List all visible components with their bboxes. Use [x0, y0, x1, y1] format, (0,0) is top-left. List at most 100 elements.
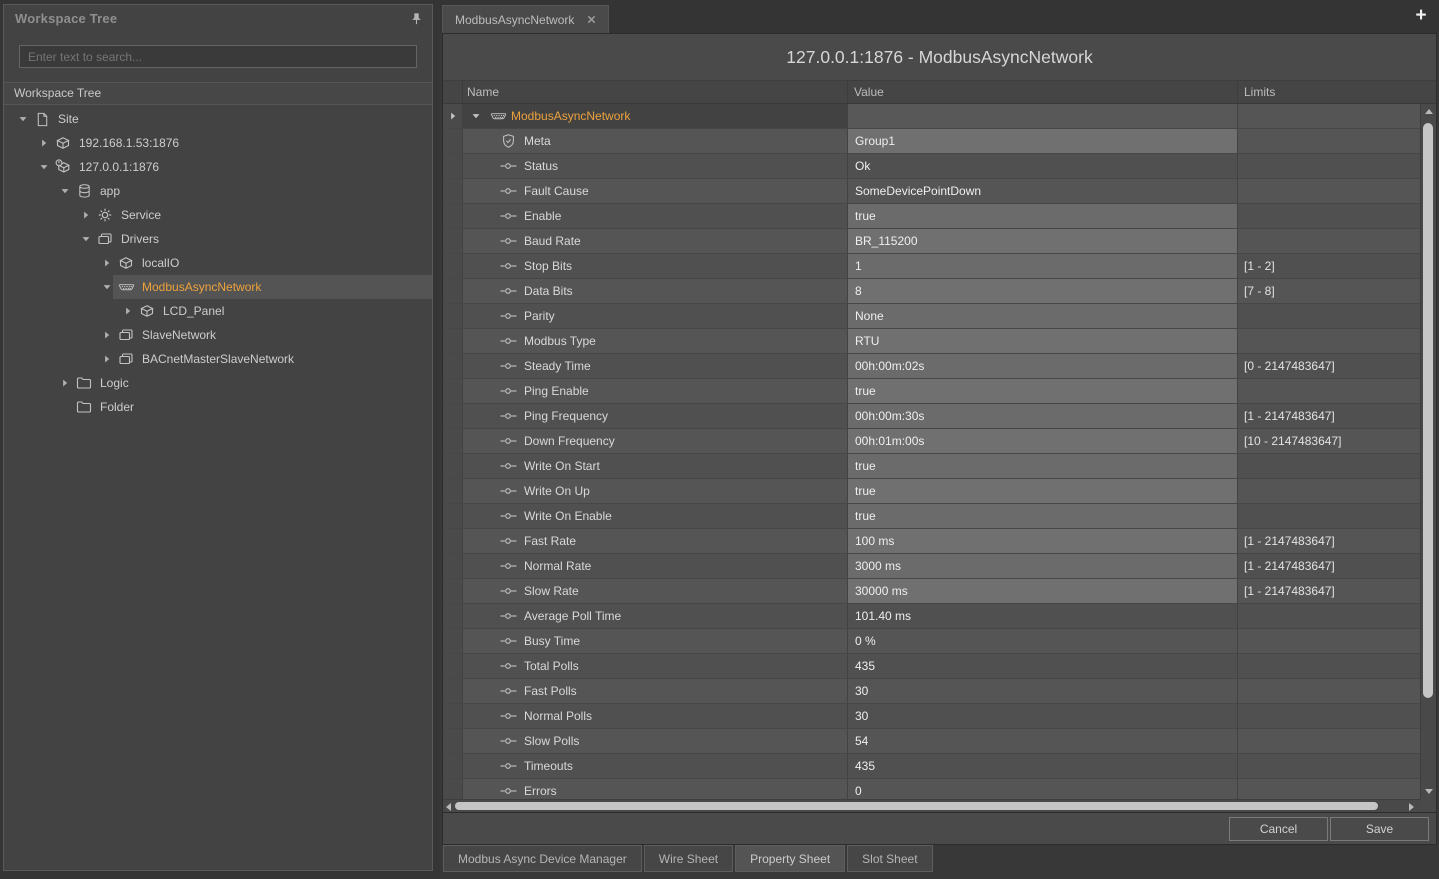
name-cell[interactable]: Slow Polls	[463, 729, 848, 754]
row-gutter[interactable]	[443, 304, 463, 329]
property-row-write-on-enable[interactable]: Write On Enabletrue	[443, 504, 1420, 529]
property-row-average-poll-time[interactable]: Average Poll Time101.40 ms	[443, 604, 1420, 629]
row-gutter[interactable]	[443, 329, 463, 354]
grid-header-limits[interactable]: Limits	[1238, 81, 1436, 103]
scroll-right-arrow-icon[interactable]	[1409, 803, 1414, 811]
row-gutter[interactable]	[443, 154, 463, 179]
tree-item-body[interactable]: Logic	[71, 371, 432, 395]
name-cell[interactable]: Write On Enable	[463, 504, 848, 529]
name-cell[interactable]: Normal Polls	[463, 704, 848, 729]
view-tab-modbus-async-device-manager[interactable]: Modbus Async Device Manager	[443, 845, 642, 872]
tree-item-body[interactable]: 192.168.1.53:1876	[50, 131, 432, 155]
value-cell[interactable]: Group1	[848, 129, 1238, 154]
property-row-fault-cause[interactable]: Fault CauseSomeDevicePointDown	[443, 179, 1420, 204]
name-cell[interactable]: Data Bits	[463, 279, 848, 304]
value-cell[interactable]: true	[848, 479, 1238, 504]
row-gutter[interactable]	[443, 229, 463, 254]
name-cell[interactable]: Write On Up	[463, 479, 848, 504]
row-gutter[interactable]	[443, 529, 463, 554]
property-row-fast-polls[interactable]: Fast Polls30	[443, 679, 1420, 704]
expand-caret-icon[interactable]	[100, 329, 113, 342]
row-gutter[interactable]	[443, 479, 463, 504]
tree-item-app[interactable]: app	[4, 179, 432, 203]
tree-item-body[interactable]: Drivers	[92, 227, 432, 251]
tree-item-body[interactable]: Site	[29, 107, 432, 131]
name-cell[interactable]: Status	[463, 154, 848, 179]
name-cell[interactable]: Total Polls	[463, 654, 848, 679]
value-cell[interactable]: 1	[848, 254, 1238, 279]
vertical-scrollbar[interactable]	[1420, 104, 1436, 799]
vertical-scrollbar-thumb[interactable]	[1423, 123, 1433, 698]
tree-item-body[interactable]: SlaveNetwork	[113, 323, 432, 347]
name-cell[interactable]: Normal Rate	[463, 554, 848, 579]
value-cell[interactable]: 3000 ms	[848, 554, 1238, 579]
scroll-up-arrow-icon[interactable]	[1425, 109, 1433, 114]
tree-item-logic[interactable]: Logic	[4, 371, 432, 395]
tree-item-site[interactable]: Site	[4, 107, 432, 131]
property-row-timeouts[interactable]: Timeouts435	[443, 754, 1420, 779]
collapse-caret-icon[interactable]	[16, 113, 29, 126]
property-row-slow-rate[interactable]: Slow Rate30000 ms[1 - 2147483647]	[443, 579, 1420, 604]
value-cell[interactable]: true	[848, 504, 1238, 529]
property-row-normal-polls[interactable]: Normal Polls30	[443, 704, 1420, 729]
property-row-busy-time[interactable]: Busy Time0 %	[443, 629, 1420, 654]
property-row-errors[interactable]: Errors0	[443, 779, 1420, 799]
row-gutter[interactable]	[443, 654, 463, 679]
property-row-meta[interactable]: MetaGroup1	[443, 129, 1420, 154]
row-gutter[interactable]	[443, 254, 463, 279]
value-cell[interactable]: None	[848, 304, 1238, 329]
name-cell[interactable]: Ping Frequency	[463, 404, 848, 429]
value-cell[interactable]: 00h:00m:02s	[848, 354, 1238, 379]
tree-item-body[interactable]: Service	[92, 203, 432, 227]
row-gutter[interactable]	[443, 779, 463, 799]
value-cell[interactable]: 00h:00m:30s	[848, 404, 1238, 429]
name-cell[interactable]: Meta	[463, 129, 848, 154]
row-gutter[interactable]	[443, 429, 463, 454]
view-tab-slot-sheet[interactable]: Slot Sheet	[847, 845, 932, 872]
value-cell[interactable]: 00h:01m:00s	[848, 429, 1238, 454]
row-gutter[interactable]	[443, 279, 463, 304]
row-gutter[interactable]	[443, 179, 463, 204]
pin-icon[interactable]	[411, 12, 422, 26]
name-cell[interactable]: Fault Cause	[463, 179, 848, 204]
value-cell[interactable]: 30000 ms	[848, 579, 1238, 604]
tree-item-body[interactable]: localIO	[113, 251, 432, 275]
grid-header-name[interactable]: Name	[463, 81, 848, 103]
network-row-modbusasyncnetwork[interactable]: ModbusAsyncNetwork	[443, 104, 1420, 129]
expand-caret-icon[interactable]	[79, 209, 92, 222]
collapse-caret-icon[interactable]	[79, 233, 92, 246]
property-row-data-bits[interactable]: Data Bits8[7 - 8]	[443, 279, 1420, 304]
expand-caret-icon[interactable]	[37, 137, 50, 150]
save-button[interactable]: Save	[1330, 817, 1429, 841]
property-row-write-on-up[interactable]: Write On Uptrue	[443, 479, 1420, 504]
name-cell[interactable]: Modbus Type	[463, 329, 848, 354]
collapse-caret-icon[interactable]	[100, 281, 113, 294]
row-gutter[interactable]	[443, 129, 463, 154]
name-cell[interactable]: Down Frequency	[463, 429, 848, 454]
row-gutter[interactable]	[443, 204, 463, 229]
row-gutter[interactable]	[443, 629, 463, 654]
add-tab-button[interactable]: +	[1411, 6, 1431, 26]
value-cell[interactable]: RTU	[848, 329, 1238, 354]
tree-item-body[interactable]: Folder	[71, 395, 432, 419]
property-row-status[interactable]: StatusOk	[443, 154, 1420, 179]
tree-item-localio[interactable]: localIO	[4, 251, 432, 275]
property-row-down-frequency[interactable]: Down Frequency00h:01m:00s[10 - 214748364…	[443, 429, 1420, 454]
value-cell[interactable]: 8	[848, 279, 1238, 304]
scroll-left-arrow-icon[interactable]	[446, 803, 451, 811]
name-cell[interactable]: Enable	[463, 204, 848, 229]
close-icon[interactable]	[587, 15, 596, 24]
view-tab-wire-sheet[interactable]: Wire Sheet	[644, 845, 733, 872]
horizontal-scrollbar[interactable]	[443, 799, 1420, 812]
name-cell[interactable]: Errors	[463, 779, 848, 799]
tree-item-drivers[interactable]: Drivers	[4, 227, 432, 251]
tree-item-modbusasyncnetwork[interactable]: ModbusAsyncNetwork	[4, 275, 432, 299]
name-cell[interactable]: Stop Bits	[463, 254, 848, 279]
property-row-total-polls[interactable]: Total Polls435	[443, 654, 1420, 679]
expand-caret-icon[interactable]	[100, 353, 113, 366]
row-gutter[interactable]	[443, 679, 463, 704]
expand-caret-icon[interactable]	[121, 305, 134, 318]
cancel-button[interactable]: Cancel	[1229, 817, 1328, 841]
value-cell[interactable]: true	[848, 204, 1238, 229]
property-row-write-on-start[interactable]: Write On Starttrue	[443, 454, 1420, 479]
